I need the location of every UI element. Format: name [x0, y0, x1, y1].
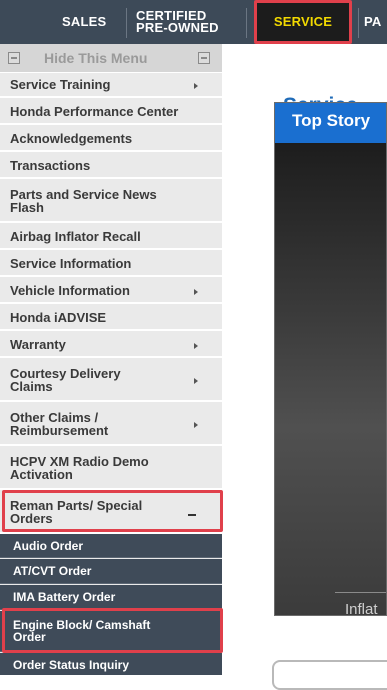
submenu-item-ima-battery-order[interactable]: IMA Battery Order	[0, 585, 222, 610]
sidebar-item-label: Honda Performance Center	[10, 104, 179, 119]
chevron-right-icon	[194, 83, 198, 89]
sidebar-item-label: Honda iADVISE	[10, 310, 107, 325]
nav-service[interactable]: SERVICE	[255, 0, 351, 44]
sidebar-item-label: Reman Parts/ Special Orders	[10, 498, 143, 526]
sidebar-item-reman-parts-special-orders[interactable]: Reman Parts/ Special Orders	[0, 492, 222, 534]
sidebar-item-label: Transactions	[10, 158, 91, 173]
sidebar-item-airbag-inflator-recall[interactable]: Airbag Inflator Recall	[0, 225, 222, 250]
top-story-caption: Inflat	[345, 601, 378, 616]
sidebar-item-label: Other Claims / Reimbursement	[10, 410, 109, 438]
submenu-item-engine-block-camshaft-order[interactable]: Engine Block/ Camshaft Order	[0, 611, 222, 652]
collapse-minus-icon	[188, 514, 196, 516]
submenu-item-label: AT/CVT Order	[13, 564, 92, 578]
chevron-right-icon	[194, 343, 198, 349]
sidebar-item-label: Warranty	[10, 337, 66, 352]
submenu-item-at-cvt-order[interactable]: AT/CVT Order	[0, 559, 222, 584]
collapse-icon[interactable]	[8, 52, 20, 64]
sidebar-item-service-training[interactable]: Service Training	[0, 73, 222, 98]
submenu-item-label: Order Status Inquiry	[13, 657, 130, 672]
sidebar-item-honda-iadvise[interactable]: Honda iADVISE	[0, 306, 222, 331]
top-navigation: SALES CERTIFIED PRE-OWNED SERVICE PA	[0, 0, 387, 44]
hide-menu-label: Hide This Menu	[44, 50, 148, 66]
submenu-item-label: Engine Block/ Camshaft Order	[13, 618, 151, 644]
sidebar-item-parts-service-news-flash[interactable]: Parts and Service News Flash	[0, 181, 222, 223]
sidebar-item-label: Airbag Inflator Recall	[10, 229, 141, 244]
sidebar-item-warranty[interactable]: Warranty	[0, 333, 222, 358]
chevron-right-icon	[194, 378, 198, 384]
sidebar-item-vehicle-information[interactable]: Vehicle Information	[0, 279, 222, 304]
sidebar-menu: Hide This Menu Service Training Honda Pe…	[0, 44, 222, 675]
top-story-panel[interactable]: Top Story Inflat	[274, 102, 387, 616]
sidebar-item-label: Courtesy Delivery Claims	[10, 366, 121, 394]
sidebar-item-label: Acknowledgements	[10, 131, 133, 146]
sidebar-item-courtesy-delivery-claims[interactable]: Courtesy Delivery Claims	[0, 360, 222, 402]
submenu-item-label: Audio Order	[13, 538, 84, 553]
nav-separator	[126, 8, 127, 38]
sidebar-item-acknowledgements[interactable]: Acknowledgements	[0, 127, 222, 152]
sidebar-item-hcpv-xm-radio[interactable]: HCPV XM Radio Demo Activation	[0, 448, 222, 490]
nav-separator	[246, 8, 247, 38]
nav-sales[interactable]: SALES	[62, 0, 106, 44]
submenu-item-order-status-inquiry[interactable]: Order Status Inquiry	[0, 653, 222, 675]
hide-menu-bar[interactable]: Hide This Menu	[0, 44, 222, 73]
sidebar-item-honda-performance-center[interactable]: Honda Performance Center	[0, 100, 222, 125]
sidebar-item-label: Service Information	[10, 256, 132, 271]
nav-certified-pre-owned[interactable]: CERTIFIED PRE-OWNED	[136, 0, 219, 44]
sidebar-item-label: Service Training	[10, 77, 111, 92]
nav-parts[interactable]: PA	[364, 0, 382, 44]
nav-separator	[358, 8, 359, 38]
submenu-item-audio-order[interactable]: Audio Order	[0, 534, 222, 558]
content-card	[272, 660, 387, 690]
sidebar-item-other-claims-reimbursement[interactable]: Other Claims / Reimbursement	[0, 404, 222, 446]
sidebar-item-label: Parts and Service News Flash	[10, 187, 157, 215]
sidebar-item-label: Vehicle Information	[10, 283, 130, 298]
caption-divider	[335, 592, 386, 593]
chevron-right-icon	[194, 289, 198, 295]
sidebar-item-service-information[interactable]: Service Information	[0, 252, 222, 277]
sidebar-item-transactions[interactable]: Transactions	[0, 154, 222, 179]
nav-certified-line2: PRE-OWNED	[136, 20, 219, 35]
top-story-image[interactable]	[275, 143, 386, 615]
sidebar-item-label: HCPV XM Radio Demo Activation	[10, 454, 149, 482]
top-story-header: Top Story	[275, 103, 386, 143]
collapse-icon[interactable]	[198, 52, 210, 64]
submenu-item-label: IMA Battery Order	[13, 590, 116, 604]
chevron-right-icon	[194, 422, 198, 428]
